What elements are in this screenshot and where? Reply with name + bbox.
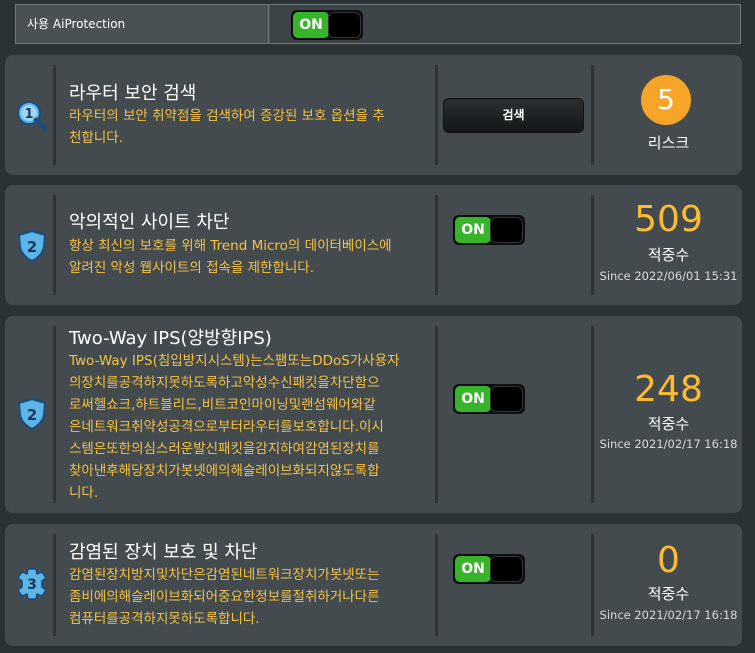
- hit-count: 248: [634, 369, 703, 410]
- toggle-on-label: ON: [455, 217, 491, 243]
- toggle-on-label: ON: [455, 556, 491, 582]
- shield-badge-icon: 2: [17, 229, 47, 263]
- card-description: Two-Way IPS(침입방지시스템)는스팸또는DDoS가사용자 의장치를공격…: [69, 353, 400, 501]
- malicious-sites-toggle[interactable]: ON: [453, 215, 525, 245]
- hit-label: 적중수: [647, 246, 690, 264]
- separator: [591, 534, 594, 636]
- toggle-knob: [490, 386, 523, 412]
- separator: [591, 326, 594, 503]
- card-description: 감염된장치방지및차단은감염된네트워크장치가봇넷또는 좀비에의해슬레이브화되어중요…: [69, 567, 380, 627]
- separator: [53, 326, 56, 503]
- infected-device-toggle[interactable]: ON: [453, 554, 525, 584]
- magnifier-badge-icon: 1: [17, 101, 48, 132]
- toggle-on-label: ON: [293, 12, 329, 38]
- risk-count-circle: 5: [641, 75, 691, 125]
- risk-label: 리스크: [647, 134, 690, 152]
- svg-text:2: 2: [27, 238, 37, 256]
- aiprotection-toggle[interactable]: ON: [291, 10, 363, 40]
- separator: [53, 65, 56, 165]
- card-two-way-ips: 2 Two-Way IPS(양방향IPS) Two-Way IPS(침입방지시스…: [5, 316, 742, 513]
- since-timestamp: Since 2022/06/01 15:31: [599, 269, 738, 283]
- aiprotection-row: 사용 AiProtection ON: [15, 4, 741, 44]
- separator: [591, 65, 594, 165]
- separator: [435, 195, 438, 295]
- card-description: 항상 최신의 보호를 위해 Trend Micro의 데이터베이스에 알려진 악…: [69, 238, 392, 276]
- card-title: 악의적인 사이트 차단: [69, 212, 230, 233]
- svg-text:2: 2: [27, 406, 37, 424]
- toggle-knob: [490, 217, 523, 243]
- separator: [53, 534, 56, 636]
- svg-text:3: 3: [27, 577, 37, 593]
- separator: [435, 534, 438, 636]
- since-timestamp: Since 2021/02/17 16:18: [599, 437, 738, 451]
- card-malicious-sites: 2 악의적인 사이트 차단 항상 최신의 보호를 위해 Trend Micro의…: [5, 185, 742, 305]
- separator: [591, 195, 594, 295]
- card-title: 라우터 보안 검색: [69, 83, 197, 104]
- hit-label: 적중수: [647, 585, 690, 603]
- gear-badge-icon: 3: [16, 568, 48, 600]
- scan-button[interactable]: 검색: [443, 98, 584, 133]
- hit-count: 0: [657, 540, 680, 581]
- separator: [435, 65, 438, 165]
- shield-badge-icon: 2: [17, 397, 47, 431]
- aiprotection-value-cell: ON: [270, 5, 740, 43]
- separator: [53, 195, 56, 295]
- card-description: 라우터의 보안 취약점을 검색하여 증강된 보호 옵션을 추 천합니다.: [69, 108, 385, 146]
- separator: [435, 326, 438, 503]
- badge-number: 1: [24, 107, 33, 122]
- card-title: Two-Way IPS(양방향IPS): [69, 328, 272, 349]
- toggle-knob: [490, 556, 523, 582]
- two-way-ips-toggle[interactable]: ON: [453, 384, 525, 414]
- since-timestamp: Since 2021/02/17 16:18: [599, 608, 738, 622]
- card-infected-device: 3 감염된 장치 보호 및 차단 감염된장치방지및차단은감염된네트워크장치가봇넷…: [5, 524, 742, 646]
- toggle-on-label: ON: [455, 386, 491, 412]
- toggle-knob: [328, 12, 361, 38]
- hit-label: 적중수: [647, 415, 690, 433]
- hit-count: 509: [634, 199, 703, 240]
- card-title: 감염된 장치 보호 및 차단: [69, 542, 258, 563]
- aiprotection-label: 사용 AiProtection: [16, 5, 269, 43]
- card-router-scan: 1 라우터 보안 검색 라우터의 보안 취약점을 검색하여 증강된 보호 옵션을…: [5, 55, 742, 175]
